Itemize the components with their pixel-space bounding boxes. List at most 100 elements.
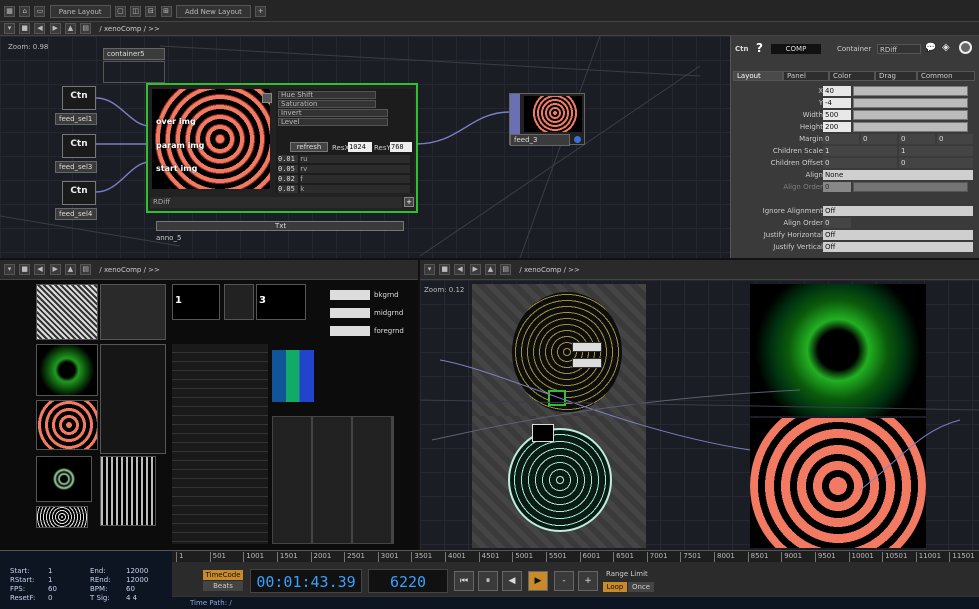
layout-1-icon[interactable]: ▢ bbox=[114, 6, 126, 17]
pane-menu-icon[interactable]: ▾ bbox=[4, 264, 15, 275]
resy-field[interactable]: 768 bbox=[390, 142, 412, 152]
rdiff-container-node[interactable]: over img param img start img Hue Shift S… bbox=[146, 83, 418, 213]
timecode-display[interactable]: 00:01:43.39 bbox=[250, 569, 362, 593]
layout-2-icon[interactable]: ◫ bbox=[130, 6, 142, 17]
feed3-node[interactable]: feed_3 bbox=[509, 93, 585, 146]
param-width[interactable]: Width 500 bbox=[731, 109, 979, 121]
panel-icon[interactable]: ▭ bbox=[34, 6, 46, 17]
feed-node-label-2[interactable]: feed_sel3 bbox=[55, 161, 97, 173]
width-slider[interactable] bbox=[853, 110, 968, 120]
back-icon[interactable]: ◀ bbox=[34, 264, 46, 275]
panel-thumb[interactable] bbox=[100, 344, 166, 454]
rings-thumb[interactable] bbox=[36, 400, 98, 450]
settings-icon[interactable] bbox=[959, 41, 972, 54]
folder-icon[interactable]: ▤ bbox=[500, 264, 512, 275]
feed3-dot-icon[interactable] bbox=[574, 136, 581, 143]
top-path[interactable]: / xenoComp / >> bbox=[99, 25, 160, 33]
rdiff-row-ru[interactable]: 0.01 ru bbox=[278, 155, 412, 164]
feed-node-label-3[interactable]: feed_sel4 bbox=[55, 208, 97, 220]
loop-toggle[interactable]: Loop bbox=[603, 582, 627, 592]
stop-icon[interactable]: ■ bbox=[439, 264, 451, 275]
stop-icon[interactable]: ■ bbox=[19, 23, 31, 34]
step-forward-button[interactable]: + bbox=[578, 571, 598, 591]
up-icon[interactable]: ▲ bbox=[484, 264, 496, 275]
back-icon[interactable]: ◀ bbox=[34, 23, 46, 34]
frame-display[interactable]: 6220 bbox=[368, 569, 448, 593]
layout-4-icon[interactable]: ⊞ bbox=[160, 6, 172, 17]
param-margin[interactable]: Margin 0 0 0 0 bbox=[731, 133, 979, 145]
left-panel-viewer[interactable]: 1 3 bkgrnd midgrnd foregrnd bbox=[0, 280, 418, 550]
rdiff-row-rv[interactable]: 0.05 rv bbox=[278, 165, 412, 174]
slot-3[interactable]: 3 bbox=[256, 284, 306, 320]
top-network-editor[interactable]: Zoom: 0.98 container5 Ctn feed_sel1 Ctn … bbox=[0, 36, 730, 258]
up-icon[interactable]: ▲ bbox=[64, 23, 76, 34]
forward-icon[interactable]: ▶ bbox=[49, 264, 61, 275]
button-grid[interactable] bbox=[272, 416, 394, 544]
green-thumb[interactable] bbox=[36, 344, 98, 396]
param-ignore-alignment[interactable]: Ignore Alignment Off bbox=[731, 205, 979, 217]
param-children-offset[interactable]: Children Offset 0 0 bbox=[731, 157, 979, 169]
rdiff-add-button[interactable]: + bbox=[404, 197, 414, 207]
feed-node-label-1[interactable]: feed_sel1 bbox=[55, 113, 97, 125]
thumb-gray[interactable] bbox=[100, 284, 166, 340]
slot-2[interactable] bbox=[224, 284, 254, 320]
folder-icon[interactable]: ▤ bbox=[80, 23, 92, 34]
python-icon[interactable]: ◈ bbox=[942, 42, 950, 53]
add-new-layout-button[interactable]: Add New Layout bbox=[175, 5, 251, 18]
once-toggle[interactable]: Once bbox=[628, 582, 654, 592]
noise-thumb[interactable] bbox=[36, 284, 98, 340]
tab-common[interactable]: Common bbox=[917, 71, 975, 81]
comment-icon[interactable]: 💬 bbox=[925, 43, 936, 53]
widget-grid[interactable] bbox=[172, 344, 268, 544]
right-path[interactable]: / xenoComp / >> bbox=[519, 266, 580, 274]
grid-icon[interactable]: ▦ bbox=[4, 6, 15, 17]
slot-1[interactable]: 1 bbox=[172, 284, 220, 320]
back-icon[interactable]: ◀ bbox=[454, 264, 466, 275]
folder-icon[interactable]: ▤ bbox=[80, 264, 92, 275]
ctn-node-1[interactable]: Ctn bbox=[62, 86, 96, 110]
param-align[interactable]: Align None bbox=[731, 169, 979, 181]
param-height[interactable]: Height 200 bbox=[731, 121, 979, 133]
layout-3-icon[interactable]: ⊟ bbox=[145, 6, 157, 17]
add-layout-plus-button[interactable]: + bbox=[255, 6, 267, 17]
param-y[interactable]: Y -4 bbox=[731, 97, 979, 109]
rewind-button[interactable]: ⏮ bbox=[454, 571, 474, 591]
left-path[interactable]: / xenoComp / >> bbox=[99, 266, 160, 274]
timecode-toggle[interactable]: TimeCode bbox=[203, 570, 243, 580]
reverse-play-button[interactable]: ◀ bbox=[502, 571, 522, 591]
pane-menu-icon[interactable]: ▾ bbox=[4, 23, 15, 34]
timeline-ruler[interactable]: 1 501 1001 1501 2001 2501 3001 3501 4001 4501 5001… bbox=[172, 550, 979, 562]
rings-small-thumb[interactable] bbox=[36, 506, 88, 528]
ctn-node-3[interactable]: Ctn bbox=[62, 181, 96, 205]
feed3-label[interactable]: feed_3 bbox=[510, 134, 570, 146]
param-x[interactable]: X 40 bbox=[731, 85, 979, 97]
circle-thumb[interactable] bbox=[36, 456, 92, 502]
up-icon[interactable]: ▲ bbox=[64, 264, 76, 275]
bars-thumb[interactable] bbox=[100, 456, 156, 526]
tab-layout[interactable]: Layout bbox=[733, 71, 783, 81]
layer-box-1[interactable] bbox=[330, 290, 370, 300]
param-justify-horizontal[interactable]: Justify Horizontal Off bbox=[731, 229, 979, 241]
layer-box-3[interactable] bbox=[330, 326, 370, 336]
forward-icon[interactable]: ▶ bbox=[49, 23, 61, 34]
level-slider[interactable]: Level bbox=[278, 118, 388, 126]
container-name-field[interactable]: RDiff bbox=[877, 44, 921, 54]
layer-box-2[interactable] bbox=[330, 308, 370, 318]
pane-menu-icon[interactable]: ▾ bbox=[424, 264, 435, 275]
param-align-order[interactable]: Align Order 0 bbox=[731, 217, 979, 229]
pause-button[interactable]: ⏸ bbox=[478, 571, 498, 591]
help-button[interactable]: ? bbox=[756, 41, 763, 55]
stop-icon[interactable]: ■ bbox=[19, 264, 31, 275]
saturation-slider[interactable]: Saturation bbox=[278, 100, 376, 108]
viewer-toggle-button[interactable] bbox=[262, 93, 272, 103]
hue-shift-slider[interactable]: Hue Shift bbox=[278, 91, 376, 99]
param-justify-vertical[interactable]: Justify Vertical Off bbox=[731, 241, 979, 253]
x-slider[interactable] bbox=[853, 86, 968, 96]
resx-field[interactable]: 1024 bbox=[348, 142, 372, 152]
color-swatches[interactable] bbox=[272, 350, 314, 402]
right-network-editor[interactable]: Zoom: 0.12 bbox=[420, 280, 979, 550]
beats-toggle[interactable]: Beats bbox=[203, 581, 243, 591]
ctn-node-2[interactable]: Ctn bbox=[62, 134, 96, 158]
tab-color[interactable]: Color bbox=[829, 71, 875, 81]
step-back-button[interactable]: - bbox=[554, 571, 574, 591]
